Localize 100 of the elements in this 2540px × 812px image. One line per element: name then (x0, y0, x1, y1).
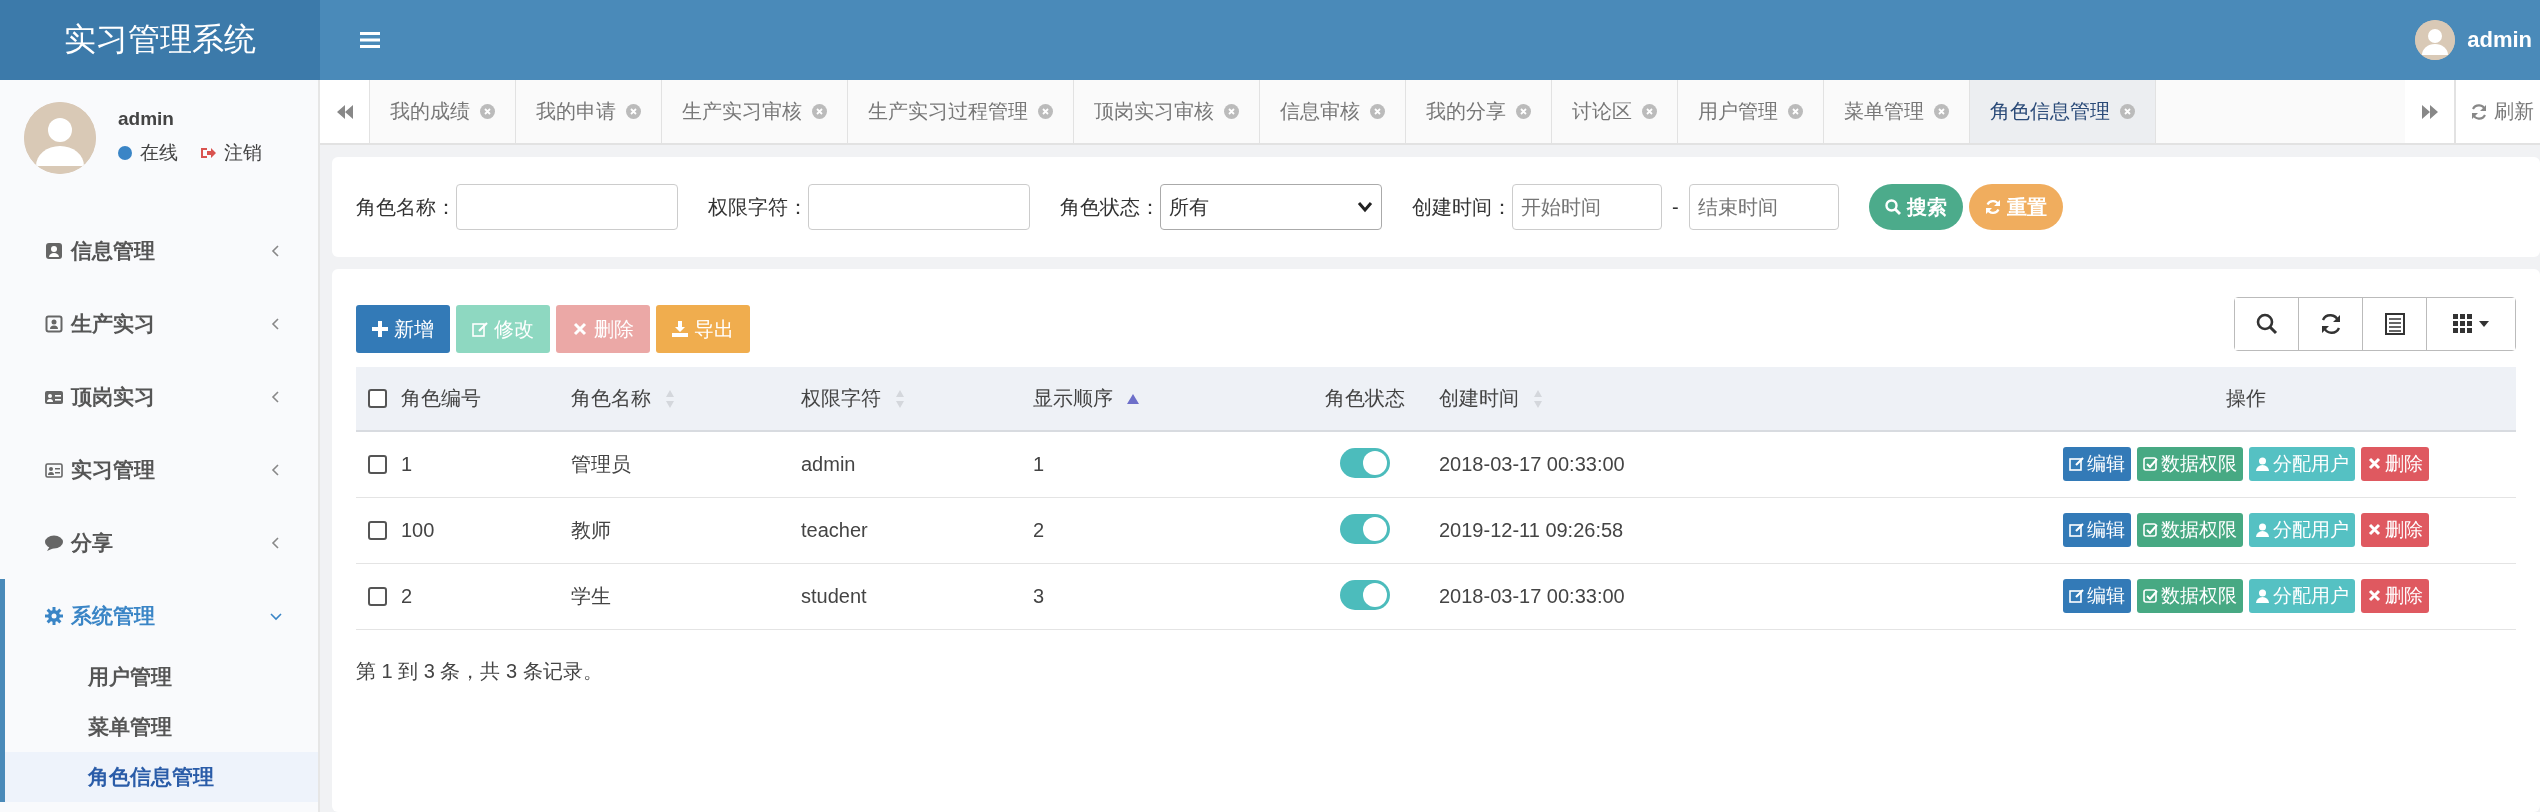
edit-button[interactable]: 编辑 (2063, 447, 2131, 482)
add-button[interactable]: 新增 (356, 305, 450, 353)
delete-button[interactable]: 删除 (2361, 513, 2429, 547)
avatar-icon (2415, 20, 2456, 60)
close-icon (1224, 104, 1239, 119)
tab[interactable]: 生产实习审核 (662, 80, 848, 143)
tab[interactable]: 用户管理 (1678, 80, 1824, 143)
column-header: 角色状态 (1325, 386, 1405, 411)
check-square-icon (2143, 522, 2158, 538)
sidebar-item[interactable]: 实习管理 (0, 433, 318, 506)
scroll-left-button[interactable] (320, 80, 370, 143)
chevron-left-icon (270, 317, 282, 330)
sidebar-subitem[interactable]: 用户管理 (5, 652, 318, 702)
data-permission-button[interactable]: 数据权限 (2137, 579, 2243, 613)
column-header[interactable]: 创建时间 (1439, 385, 1519, 412)
close-icon (1934, 104, 1949, 119)
tab[interactable]: 顶岗实习审核 (1074, 80, 1260, 143)
edit-button[interactable]: 编辑 (2063, 579, 2131, 613)
field-label: 角色名称： (356, 194, 456, 220)
status-select[interactable]: 所有 (1160, 184, 1382, 230)
tab[interactable]: 我的成绩 (370, 80, 516, 143)
table-cell: 2 (1033, 518, 1045, 541)
column-header: 操作 (2226, 386, 2266, 411)
check-square-icon (2143, 456, 2158, 473)
tab[interactable]: 信息审核 (1260, 80, 1406, 143)
table-cell: 2019-12-11 09:26:58 (1439, 518, 1624, 541)
menu-icon[interactable] (360, 31, 380, 49)
sidebar-subitem[interactable]: 菜单管理 (5, 702, 318, 752)
online-dot (118, 146, 132, 160)
close-icon (2367, 522, 2382, 538)
logout-icon (200, 145, 216, 161)
badge-icon (45, 314, 63, 333)
caret-icon (2479, 321, 2489, 327)
download-icon (672, 321, 688, 337)
status-toggle[interactable] (1340, 580, 1390, 610)
id-card-icon (45, 460, 63, 479)
select-all-checkbox[interactable] (368, 389, 387, 408)
logout-link[interactable]: 注销 (224, 140, 262, 166)
check-square-icon (2143, 588, 2158, 604)
row-checkbox[interactable] (368, 520, 387, 540)
start-date-field[interactable]: 开始时间 (1512, 184, 1662, 230)
contact-icon (45, 241, 63, 260)
sidebar-subitem[interactable]: 角色信息管理 (5, 752, 318, 802)
sidebar-item[interactable]: 信息管理 (0, 214, 318, 287)
row-checkbox[interactable] (368, 454, 387, 474)
search-toggle-button[interactable] (2235, 298, 2299, 350)
data-permission-button[interactable]: 数据权限 (2137, 513, 2243, 547)
row-checkbox[interactable] (368, 586, 387, 606)
pagination-info: 第 1 到 3 条，共 3 条记录。 (356, 658, 604, 684)
data-permission-button[interactable]: 数据权限 (2137, 447, 2243, 482)
user-icon (2255, 588, 2270, 604)
refresh-button[interactable]: 刷新 (2455, 80, 2540, 143)
close-icon (1642, 104, 1657, 119)
edit-button[interactable]: 编辑 (2063, 513, 2131, 547)
table-cell: 学生 (571, 584, 611, 607)
chevron-left-icon (270, 244, 282, 257)
tab[interactable]: 讨论区 (1552, 80, 1678, 143)
edit-icon (472, 321, 488, 337)
text-field[interactable] (808, 184, 1030, 230)
tab[interactable]: 生产实习过程管理 (848, 80, 1074, 143)
close-icon (1788, 104, 1803, 119)
close-icon (1516, 104, 1531, 119)
sidebar-item[interactable]: 生产实习 (0, 287, 318, 360)
tab[interactable]: 我的分享 (1406, 80, 1552, 143)
user-name[interactable]: admin (2467, 27, 2532, 53)
table-cell: 2018-03-17 00:33:00 (1439, 584, 1625, 607)
close-icon (812, 104, 827, 119)
sidebar-item[interactable]: 系统管理 (0, 579, 318, 652)
search-icon (1884, 199, 1901, 215)
tab[interactable]: 我的申请 (516, 80, 662, 143)
tab[interactable]: 角色信息管理 (1970, 80, 2156, 143)
table-cell: 1 (1033, 452, 1045, 475)
sidebar-item[interactable]: 顶岗实习 (0, 360, 318, 433)
online-status: 在线 (140, 141, 178, 165)
scroll-right-button[interactable] (2405, 80, 2455, 143)
column-header[interactable]: 权限字符 (801, 385, 881, 412)
chevron-left-icon (270, 390, 282, 403)
text-field[interactable] (456, 184, 678, 230)
close-icon (1370, 104, 1385, 119)
list-icon (2383, 313, 2406, 335)
refresh-icon (2470, 102, 2488, 121)
table-cell: 2 (401, 584, 413, 607)
field-label: 创建时间： (1412, 194, 1512, 220)
status-toggle[interactable] (1340, 448, 1390, 479)
status-toggle[interactable] (1340, 514, 1390, 544)
column-header[interactable]: 显示顺序 (1033, 385, 1113, 412)
avatar-icon (24, 102, 96, 174)
delete-button[interactable]: 删除 (2361, 579, 2429, 613)
close-icon (2367, 588, 2382, 604)
column-header[interactable]: 角色名称 (571, 385, 651, 412)
close-icon (1038, 104, 1053, 119)
settings-icon (45, 606, 63, 625)
delete-button[interactable]: 删除 (2361, 447, 2429, 482)
chevron-left-icon (270, 536, 282, 549)
chevron-left-icon (270, 463, 282, 476)
end-date-field[interactable]: 结束时间 (1688, 184, 1839, 230)
table-cell: 3 (1033, 584, 1045, 607)
search-button[interactable]: 搜索 (1868, 184, 1963, 230)
sidebar-item[interactable]: 分享 (0, 506, 318, 579)
user-icon (2255, 522, 2270, 538)
